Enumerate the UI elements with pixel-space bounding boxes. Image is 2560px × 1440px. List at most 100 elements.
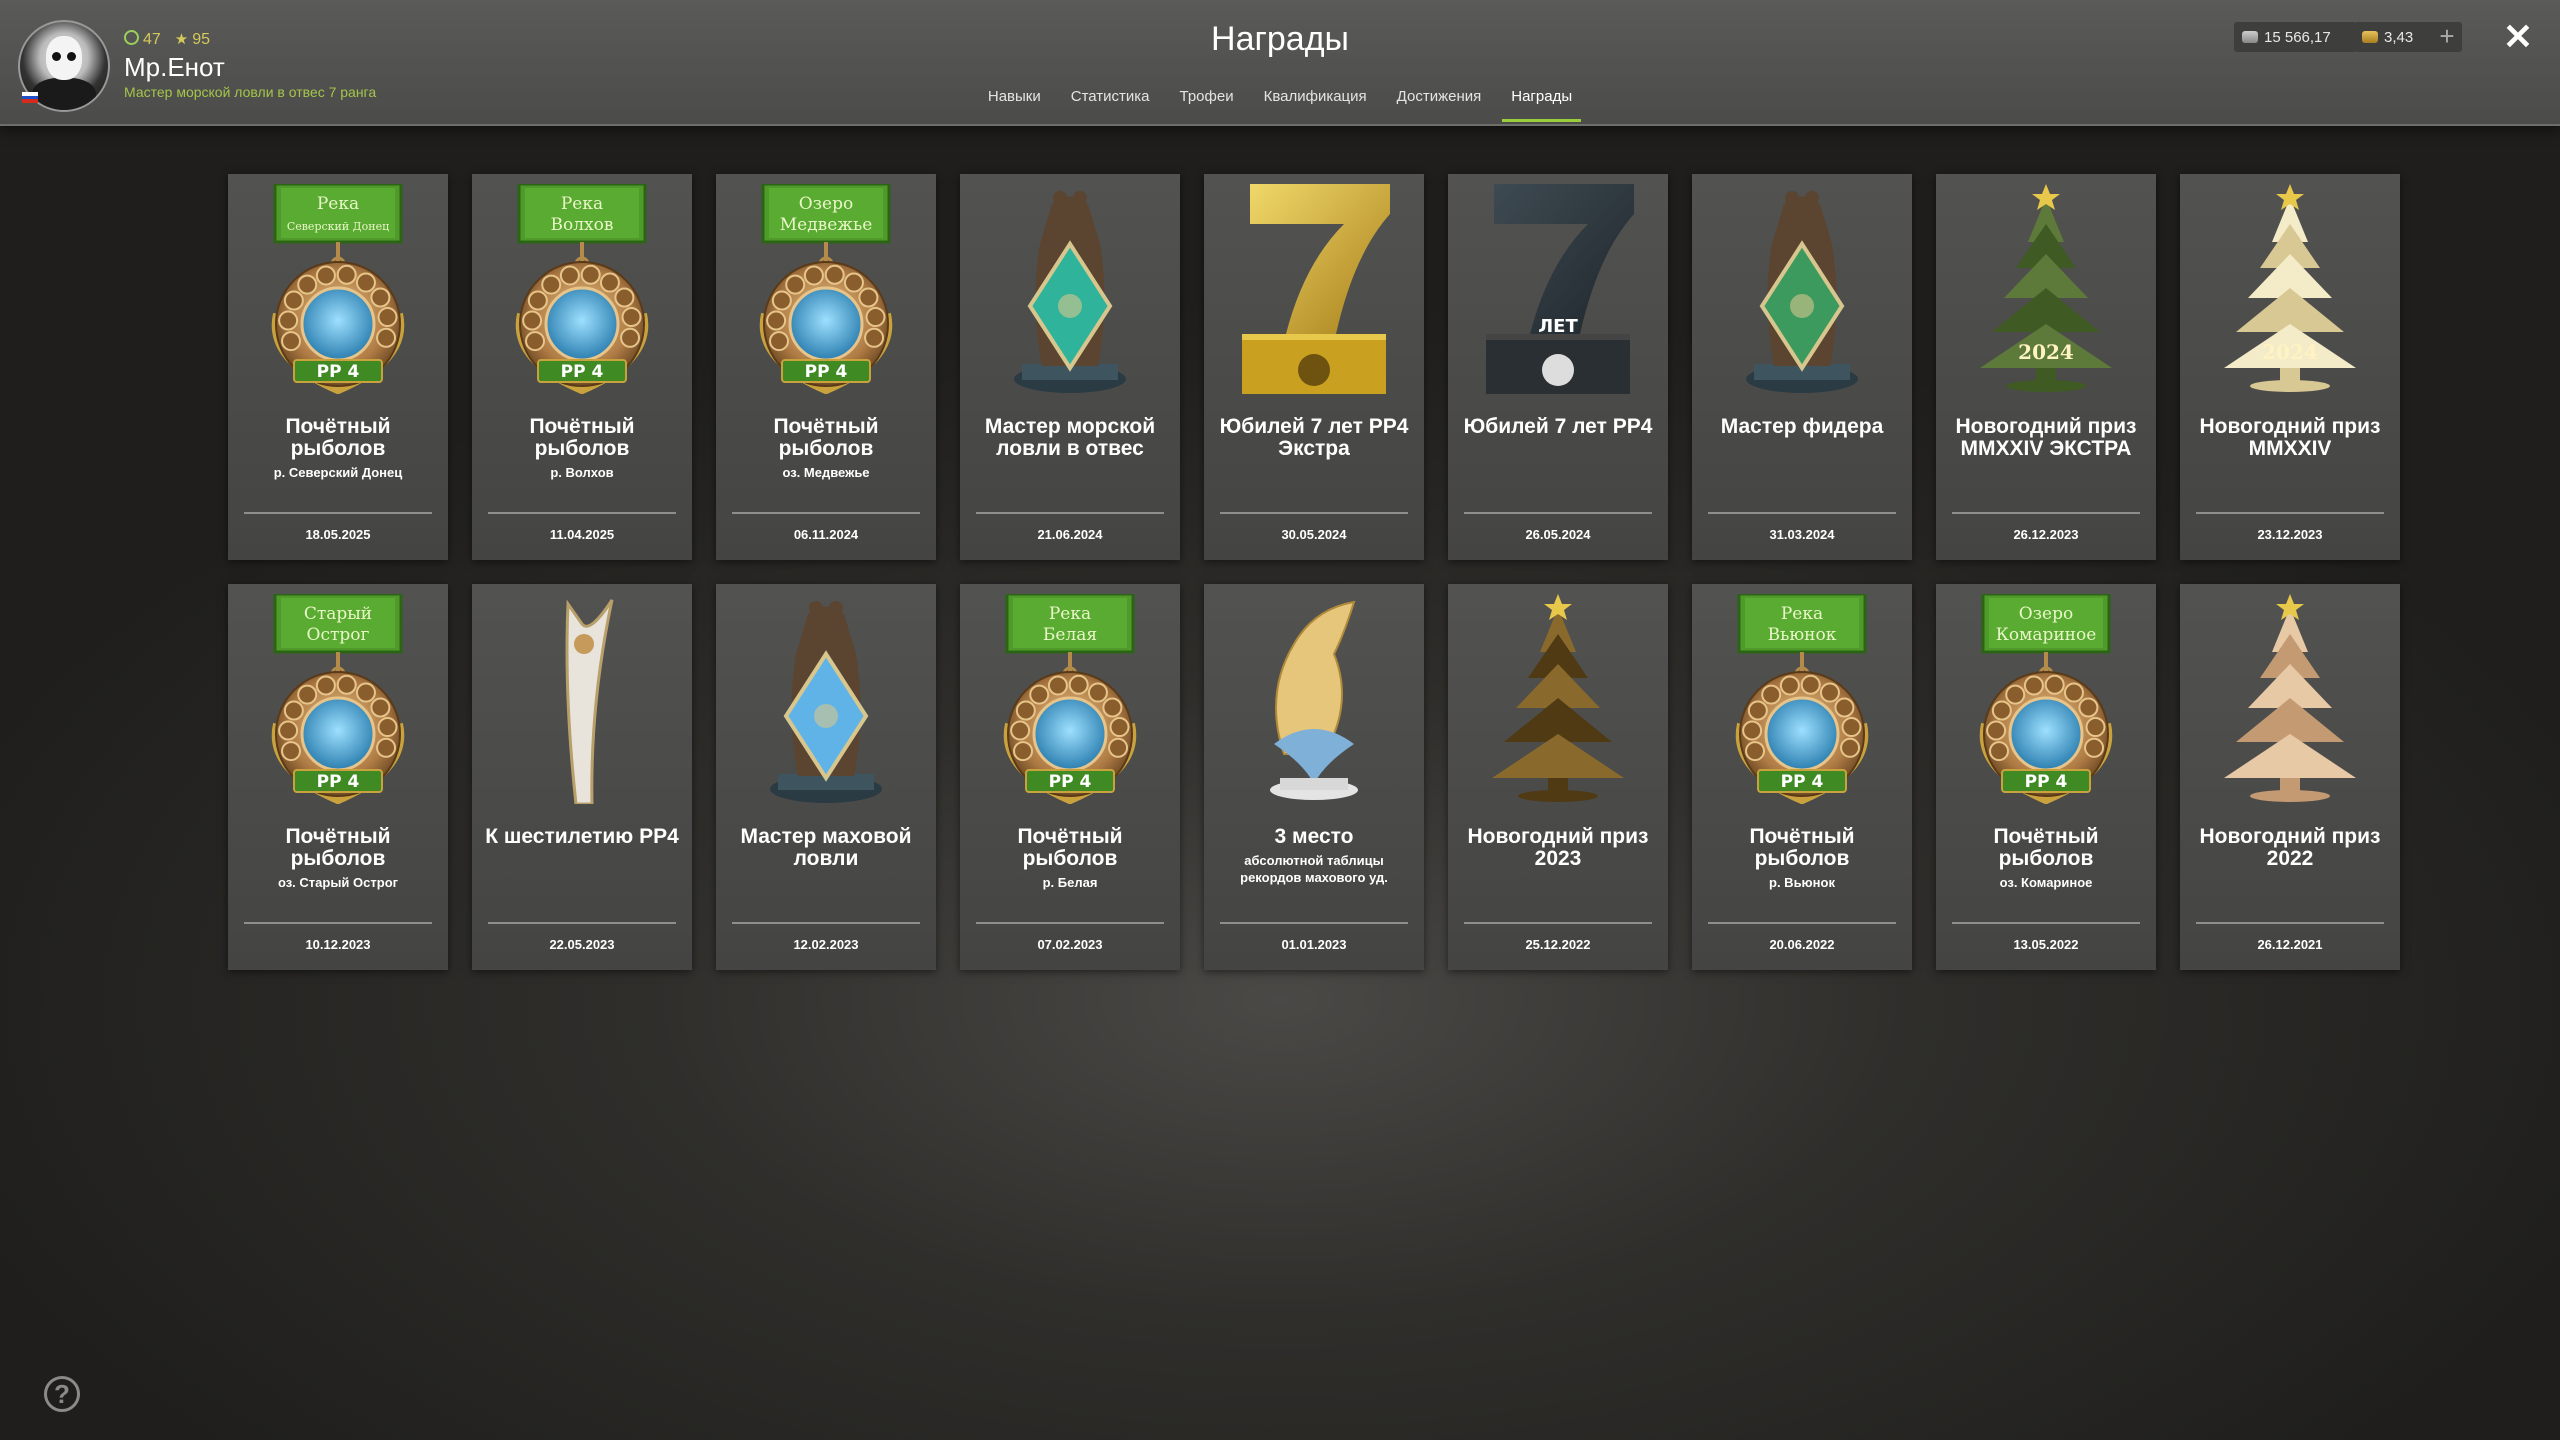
svg-text:РР 4: РР 4: [2025, 772, 2068, 792]
award-location: р. Северский Донец: [273, 465, 403, 480]
award-card[interactable]: Мастер маховой ловли 12.02.2023: [716, 584, 936, 970]
svg-text:РР 4: РР 4: [317, 772, 360, 792]
medal-award-image: Озеро Медвежье РР 4: [716, 182, 936, 395]
award-name: Почётный рыболов: [773, 415, 879, 460]
award-card[interactable]: ЛЕТ Юбилей 7 лет РР4 26.05.2024: [1448, 174, 1668, 560]
award-card[interactable]: К шестилетию РР4 22.05.2023: [472, 584, 692, 970]
award-name: Новогодний приз MMXXIV: [2199, 415, 2381, 460]
award-location: оз. Медвежье: [782, 465, 870, 480]
close-button[interactable]: ✕: [2500, 19, 2536, 56]
award-card[interactable]: Озеро Медвежье РР 4 Почётный рыболов оз. …: [716, 174, 936, 560]
award-name: Мастер морской ловли в отвес: [984, 415, 1156, 460]
tree-award-image: 2024: [2180, 184, 2400, 394]
tab-0[interactable]: Навыки: [973, 88, 1056, 124]
divider: [1464, 512, 1652, 514]
gold-value: 3,43: [2384, 28, 2414, 46]
divider: [732, 512, 920, 514]
award-name: Почётный рыболов: [1749, 825, 1855, 870]
award-name: 3 место: [1274, 825, 1354, 848]
gold-balance: 3,43: [2354, 22, 2440, 52]
svg-text:Северский Донец: Северский Донец: [287, 220, 389, 233]
award-date: 20.06.2022: [1769, 937, 1835, 952]
divider: [244, 922, 432, 924]
award-card[interactable]: Мастер морской ловли в отвес 21.06.2024: [960, 174, 1180, 560]
award-card[interactable]: 3 место абсолютной таблицы рекордов махов…: [1204, 584, 1424, 970]
award-card[interactable]: Старый Острог РР 4 Почётный рыболов оз. С…: [228, 584, 448, 970]
svg-text:Река: Река: [561, 194, 603, 214]
award-date: 25.12.2022: [1525, 937, 1591, 952]
svg-text:Река: Река: [1049, 604, 1091, 624]
award-name: Почётный рыболов: [1017, 825, 1123, 870]
award-location: р. Белая: [1042, 875, 1098, 890]
silver-coin-icon: [2242, 31, 2258, 43]
seven-award-image: [1204, 184, 1424, 394]
medal-award-image: Река Северский Донец РР 4: [228, 182, 448, 395]
svg-text:2024: 2024: [2018, 340, 2074, 364]
divider: [1708, 922, 1896, 924]
svg-text:Острог: Острог: [307, 625, 370, 645]
svg-text:Озеро: Озеро: [799, 194, 853, 214]
svg-text:РР 4: РР 4: [317, 362, 360, 382]
award-date: 06.11.2024: [793, 527, 859, 542]
divider: [2196, 922, 2384, 924]
award-card[interactable]: Река Волхов РР 4 Почётный рыболов р. Волх…: [472, 174, 692, 560]
award-name: К шестилетию РР4: [485, 825, 679, 848]
divider: [244, 512, 432, 514]
svg-text:2024: 2024: [2262, 340, 2318, 364]
award-name: Юбилей 7 лет РР4 Экстра: [1219, 415, 1409, 460]
divider: [1708, 512, 1896, 514]
award-name: Юбилей 7 лет РР4: [1463, 415, 1653, 438]
svg-text:Вьюнок: Вьюнок: [1768, 625, 1837, 645]
bear-award-image: [960, 184, 1180, 394]
award-date: 26.12.2023: [2013, 527, 2079, 542]
award-date: 31.03.2024: [1769, 527, 1835, 542]
award-card[interactable]: Юбилей 7 лет РР4 Экстра 30.05.2024: [1204, 174, 1424, 560]
award-date: 23.12.2023: [2257, 527, 2323, 542]
medal-award-image: Река Волхов РР 4: [472, 182, 692, 395]
award-card[interactable]: 2024 Новогодний приз MMXXIV ЭКСТРА 26.12.…: [1936, 174, 2156, 560]
award-date: 30.05.2024: [1281, 527, 1347, 542]
award-name: Мастер маховой ловли: [740, 825, 912, 870]
medal-award-image: Река Вьюнок РР 4: [1692, 592, 1912, 805]
top-bar: 47 ★ 95 Мр.Енот Мастер морской ловли в от…: [0, 0, 2560, 126]
svg-text:РР 4: РР 4: [561, 362, 604, 382]
award-card[interactable]: Река Вьюнок РР 4 Почётный рыболов р. Вьюн…: [1692, 584, 1912, 970]
award-date: 13.05.2022: [2013, 937, 2079, 952]
award-date: 11.04.2025: [549, 527, 615, 542]
award-date: 26.05.2024: [1525, 527, 1591, 542]
award-location: оз. Комариное: [1999, 875, 2093, 890]
tab-1[interactable]: Статистика: [1056, 88, 1165, 124]
add-currency-button[interactable]: +: [2432, 22, 2462, 52]
award-name: Почётный рыболов: [529, 415, 635, 460]
award-date: 12.02.2023: [793, 937, 859, 952]
help-button[interactable]: ?: [44, 1376, 80, 1412]
divider: [1464, 922, 1652, 924]
svg-text:Белая: Белая: [1043, 625, 1097, 645]
svg-text:РР 4: РР 4: [805, 362, 848, 382]
svg-text:Река: Река: [317, 194, 359, 214]
svg-text:Старый: Старый: [304, 604, 372, 624]
award-location: оз. Старый Острог: [277, 875, 399, 890]
tab-2[interactable]: Трофеи: [1165, 88, 1249, 124]
tab-3[interactable]: Квалификация: [1249, 88, 1382, 124]
svg-text:ЛЕТ: ЛЕТ: [1538, 316, 1578, 337]
award-card[interactable]: Новогодний приз 2023 25.12.2022: [1448, 584, 1668, 970]
award-card[interactable]: Река Белая РР 4 Почётный рыболов р. Белая…: [960, 584, 1180, 970]
award-name: Мастер фидера: [1720, 415, 1884, 438]
award-card[interactable]: Мастер фидера 31.03.2024: [1692, 174, 1912, 560]
award-card[interactable]: Река Северский Донец РР 4 Почётный рыбол…: [228, 174, 448, 560]
divider: [488, 512, 676, 514]
svg-text:Река: Река: [1781, 604, 1823, 624]
award-date: 22.05.2023: [549, 937, 615, 952]
medal-award-image: Старый Острог РР 4: [228, 592, 448, 805]
fish-award-image: [1204, 594, 1424, 804]
award-location: р. Волхов: [550, 465, 614, 480]
award-card[interactable]: Озеро Комариное РР 4 Почётный рыболов оз.…: [1936, 584, 2156, 970]
tree-award-image: [2180, 594, 2400, 804]
tab-4[interactable]: Достижения: [1382, 88, 1497, 124]
award-card[interactable]: 2024 Новогодний приз MMXXIV 23.12.2023: [2180, 174, 2400, 560]
award-card[interactable]: Новогодний приз 2022 26.12.2021: [2180, 584, 2400, 970]
award-date: 26.12.2021: [2257, 937, 2323, 952]
tab-5[interactable]: Награды: [1496, 88, 1587, 124]
award-date: 10.12.2023: [305, 937, 371, 952]
